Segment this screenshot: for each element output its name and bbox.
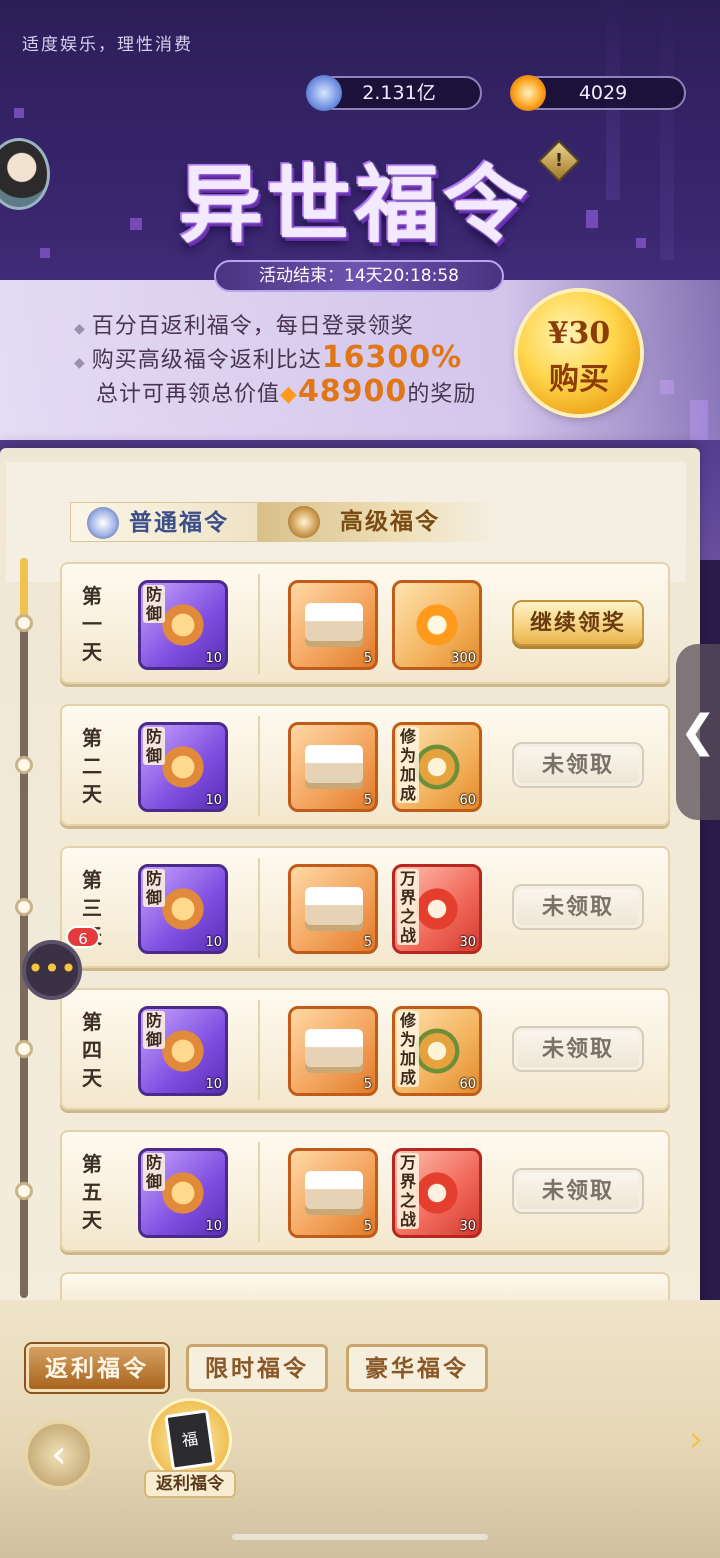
normal-reward-item[interactable]: 防御 10	[138, 1148, 228, 1238]
progress-node	[15, 898, 33, 916]
chat-unread-badge: 6	[66, 926, 100, 948]
resource-jade-value: 2.131亿	[362, 82, 436, 104]
row-divider	[258, 858, 260, 958]
premium-pass-icon	[288, 506, 320, 538]
day-label: 第二天	[82, 726, 102, 806]
premium-reward-item[interactable]: 万界之战 30	[392, 864, 482, 954]
day-label: 第五天	[82, 1152, 102, 1232]
premium-reward-item[interactable]: 5	[288, 722, 378, 812]
tab-limited-pass[interactable]: 限时福令	[186, 1344, 328, 1392]
event-title: 异世福令	[178, 155, 531, 254]
row-divider	[258, 1142, 260, 1242]
progress-node	[15, 614, 33, 632]
reward-row-day-4: 第四天 防御 10 5 修为加成 60 未领取	[60, 988, 670, 1110]
unclaimed-button[interactable]: 未领取	[512, 742, 644, 788]
scroll-book-icon	[305, 1029, 363, 1073]
health-notice: 适度娱乐，理性消费	[22, 35, 193, 55]
normal-reward-item[interactable]: 防御 10	[138, 864, 228, 954]
resource-gold-value: 4029	[578, 82, 628, 104]
scroll-book-icon	[305, 745, 363, 789]
fortune-book-icon: 福	[164, 1409, 216, 1471]
footer-bar	[0, 1300, 720, 1558]
premium-reward-item[interactable]: 修为加成 60	[392, 722, 482, 812]
spirit-jade-icon	[306, 75, 342, 111]
rebate-ratio: 16300%	[321, 340, 463, 375]
gold-flame-icon	[411, 599, 463, 651]
premium-reward-item[interactable]: 300	[392, 580, 482, 670]
unclaimed-button[interactable]: 未领取	[512, 1168, 644, 1214]
banner-line-3: 总计可再领总价值◆48900的奖励	[96, 374, 477, 409]
buy-price: ¥30	[547, 316, 611, 351]
row-divider	[258, 716, 260, 816]
tab-normal-pass[interactable]: 普通福令	[70, 502, 258, 542]
reward-total: 48900	[297, 374, 408, 409]
chat-bubble-icon[interactable]: •••	[22, 940, 82, 1000]
scroll-book-icon	[305, 887, 363, 931]
reward-row-day-2: 第二天 防御 10 5 修为加成 60 未领取	[60, 704, 670, 826]
scroll-book-icon	[305, 603, 363, 647]
day-label: 第四天	[82, 1010, 102, 1090]
reward-row-day-3: 第三天 防御10 5 万界之战30 未领取	[60, 846, 670, 968]
premium-reward-item[interactable]: 5	[288, 864, 378, 954]
gold-flame-icon	[510, 75, 546, 111]
row-divider	[258, 574, 260, 674]
claim-button[interactable]: 继续领奖	[512, 600, 644, 646]
event-timer: 活动结束：14天20:18:58	[214, 260, 504, 292]
normal-reward-item[interactable]: 防御 10	[138, 580, 228, 670]
premium-reward-item[interactable]: 5	[288, 580, 378, 670]
banner-line-1: ◆ 百分百返利福令，每日登录领奖	[74, 314, 414, 339]
unclaimed-button[interactable]: 未领取	[512, 1026, 644, 1072]
progress-node	[15, 1040, 33, 1058]
progress-node	[15, 756, 33, 774]
reward-row-day-5: 第五天 防御 10 5 万界之战 30 未领取	[60, 1130, 670, 1252]
premium-reward-item[interactable]: 修为加成 60	[392, 1006, 482, 1096]
tab-premium-pass[interactable]: 高级福令	[258, 502, 498, 542]
side-panel-toggle[interactable]: ❮	[676, 644, 720, 820]
hub-label: 返利福令	[144, 1470, 236, 1498]
back-arrow-icon[interactable]: ‹	[24, 1420, 94, 1490]
premium-reward-item[interactable]: 5	[288, 1148, 378, 1238]
resource-gold[interactable]: 4029	[510, 75, 686, 111]
home-indicator	[232, 1534, 488, 1540]
normal-reward-item[interactable]: 防御 10	[138, 722, 228, 812]
premium-reward-item[interactable]: 万界之战 30	[392, 1148, 482, 1238]
tab-deluxe-pass[interactable]: 豪华福令	[346, 1344, 488, 1392]
day-label: 第一天	[82, 584, 102, 664]
resource-jade[interactable]: 2.131亿	[306, 75, 482, 111]
scroll-book-icon	[305, 1171, 363, 1215]
info-icon-mark: !	[554, 150, 564, 171]
normal-pass-icon	[87, 507, 119, 539]
buy-label: 购买	[549, 362, 609, 397]
gold-flame-icon: ◆	[280, 382, 298, 407]
buy-premium-button[interactable]: ¥30 购买	[518, 292, 640, 414]
reward-row-day-1: 第一天 防御 10 5 300 继续领奖	[60, 562, 670, 684]
tab-rebate-pass[interactable]: 返利福令	[26, 1344, 168, 1392]
row-divider	[258, 1000, 260, 1100]
banner-line-2: ◆ 购买高级福令返利比达16300%	[74, 340, 463, 375]
progress-node	[15, 1182, 33, 1200]
unclaimed-button[interactable]: 未领取	[512, 884, 644, 930]
next-arrow-icon[interactable]: ›	[680, 1420, 712, 1460]
premium-reward-item[interactable]: 5	[288, 1006, 378, 1096]
normal-reward-item[interactable]: 防御 10	[138, 1006, 228, 1096]
